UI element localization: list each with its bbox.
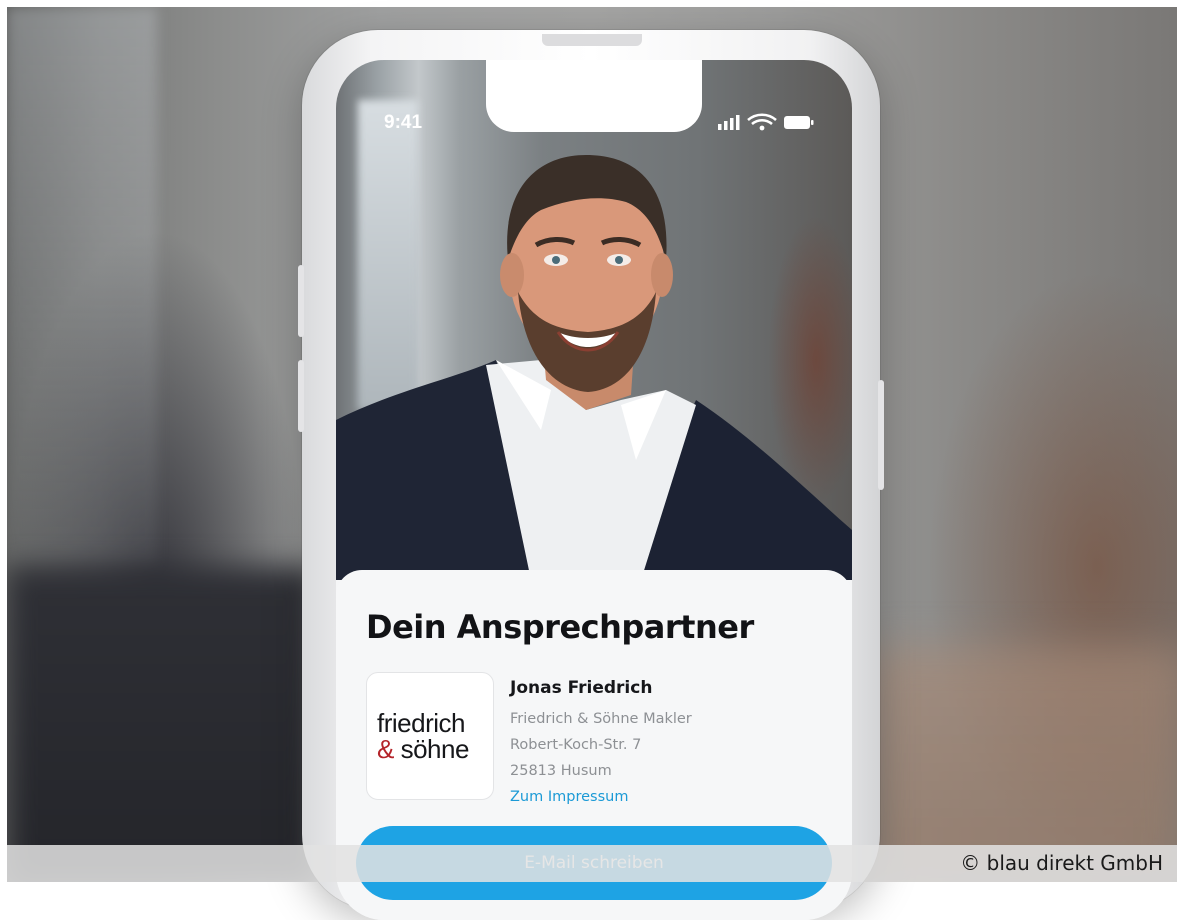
contact-details: Jonas Friedrich Friedrich & Söhne Makler… (510, 678, 692, 810)
contact-photo: 9:41 (336, 60, 852, 580)
contact-city: 25813 Husum (510, 763, 612, 779)
copyright-caption: © blau direkt GmbH (960, 851, 1163, 875)
card-title: Dein Ansprechpartner (366, 608, 754, 646)
impressum-link[interactable]: Zum Impressum (510, 784, 692, 810)
phone-screen: 9:41 Dein Ansprechpartner friedrich & sö… (336, 60, 852, 920)
phone-mockup: 9:41 Dein Ansprechpartner friedrich & sö… (298, 30, 884, 920)
logo-ampersand: & (377, 734, 394, 764)
contact-street: Robert-Koch-Str. 7 (510, 737, 642, 753)
cellular-signal-icon (718, 115, 740, 130)
phone-notch (486, 60, 702, 132)
logo-text-line2: & söhne (377, 736, 487, 762)
volume-down-button (298, 360, 304, 432)
power-button (878, 380, 884, 490)
phone-top-speaker (542, 34, 642, 46)
company-logo: friedrich & söhne (366, 672, 494, 800)
background-window (7, 7, 157, 567)
background-foreground-shadow (7, 567, 317, 882)
logo-text-soehne: söhne (393, 734, 470, 764)
volume-up-button (298, 265, 304, 337)
contact-company: Friedrich & Söhne Makler (510, 711, 692, 727)
status-icons (718, 113, 814, 131)
wifi-icon (747, 113, 777, 131)
contact-name: Jonas Friedrich (510, 678, 653, 698)
status-time: 9:41 (384, 112, 423, 133)
battery-icon (784, 116, 814, 129)
person-illustration (336, 155, 852, 580)
logo-text-line1: friedrich (377, 708, 465, 738)
caption-bar: © blau direkt GmbH (7, 845, 1177, 882)
